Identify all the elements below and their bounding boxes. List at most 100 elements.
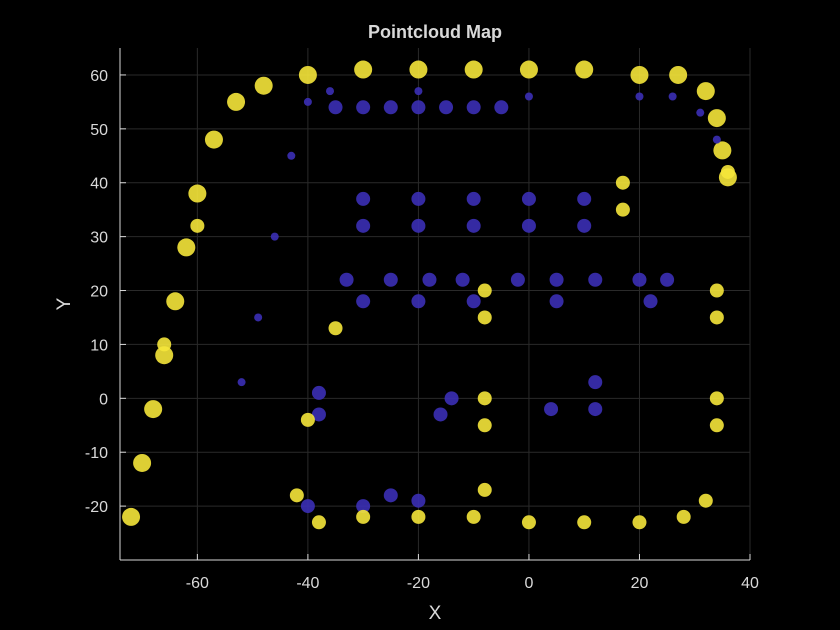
data-point [354, 60, 373, 79]
data-point [227, 92, 246, 111]
data-point [524, 92, 533, 101]
data-point [575, 60, 594, 79]
data-point [477, 418, 492, 433]
x-tick-label: 20 [631, 575, 649, 592]
y-tick-label: 10 [90, 337, 108, 354]
y-axis-label: Y [54, 297, 75, 310]
y-tick-label: -10 [85, 445, 108, 462]
data-point [383, 100, 398, 115]
data-point [433, 407, 448, 422]
data-point [411, 509, 426, 524]
data-point [477, 310, 492, 325]
data-point [188, 184, 207, 203]
data-point [709, 310, 724, 325]
data-point [356, 218, 371, 233]
point-series [300, 100, 675, 514]
data-point [383, 272, 398, 287]
data-point [707, 109, 726, 128]
data-point [339, 272, 354, 287]
data-point [190, 218, 205, 233]
x-tick-label: -20 [407, 575, 430, 592]
data-point [328, 100, 343, 115]
data-point [356, 294, 371, 309]
x-tick-label: -60 [186, 575, 209, 592]
data-point [326, 87, 334, 96]
y-tick-label: 0 [99, 391, 108, 408]
data-point [669, 65, 688, 84]
data-point [254, 76, 273, 95]
data-point [411, 294, 426, 309]
data-point [287, 151, 296, 160]
data-point [439, 100, 454, 115]
data-point [549, 272, 564, 287]
data-point [157, 337, 172, 352]
data-point [632, 515, 647, 530]
data-point [411, 218, 426, 233]
x-axis-label: X [429, 603, 442, 624]
data-point [630, 65, 649, 84]
data-point [356, 509, 371, 524]
data-point [409, 60, 428, 79]
data-point [709, 283, 724, 298]
data-point [383, 488, 398, 503]
data-point [237, 378, 246, 387]
data-point [414, 87, 423, 96]
data-point [477, 391, 492, 406]
data-point [720, 164, 735, 179]
data-point [588, 402, 603, 417]
data-point [588, 272, 603, 287]
data-point [411, 100, 426, 115]
data-point [356, 100, 371, 115]
y-tick-label: 20 [90, 284, 108, 301]
data-point [328, 321, 343, 336]
data-point [696, 108, 705, 117]
data-point [466, 191, 481, 206]
data-point [466, 509, 481, 524]
data-point [254, 313, 263, 322]
data-point [660, 272, 675, 287]
plot-area [122, 60, 737, 530]
x-tick-label: 40 [741, 575, 759, 592]
data-point [676, 509, 691, 524]
data-point [713, 141, 732, 160]
data-point [477, 482, 492, 497]
x-tick-label: 0 [524, 575, 533, 592]
data-point [696, 82, 715, 101]
data-point [510, 272, 525, 287]
data-point [455, 272, 470, 287]
data-point [709, 391, 724, 406]
data-point [166, 292, 185, 311]
data-point [615, 175, 630, 190]
data-point [577, 515, 592, 530]
data-point [549, 294, 564, 309]
data-point [588, 375, 603, 390]
point-series [122, 60, 737, 526]
data-point [615, 202, 630, 217]
data-point [411, 191, 426, 206]
y-tick-label: -20 [85, 499, 108, 516]
data-point [466, 294, 481, 309]
data-point [303, 97, 312, 106]
data-point [411, 493, 426, 508]
data-point [270, 232, 279, 241]
data-point [577, 191, 592, 206]
data-point [464, 60, 483, 79]
data-point [712, 135, 721, 144]
data-point [300, 412, 315, 427]
data-point [466, 218, 481, 233]
y-tick-label: 30 [90, 230, 108, 247]
data-point [300, 499, 315, 514]
pointcloud-chart: Pointcloud Map -60 -40 -20 0 20 40 -20 -10 0 10 20… [54, 22, 759, 624]
data-point [635, 92, 644, 101]
data-point [521, 218, 536, 233]
data-point [494, 100, 509, 115]
data-point [521, 515, 536, 530]
y-tick-label: 60 [90, 68, 108, 85]
data-point [204, 130, 223, 149]
point-series [157, 164, 735, 530]
data-point [632, 272, 647, 287]
data-point [311, 515, 326, 530]
data-point [356, 191, 371, 206]
data-point [144, 400, 163, 419]
data-point [477, 283, 492, 298]
